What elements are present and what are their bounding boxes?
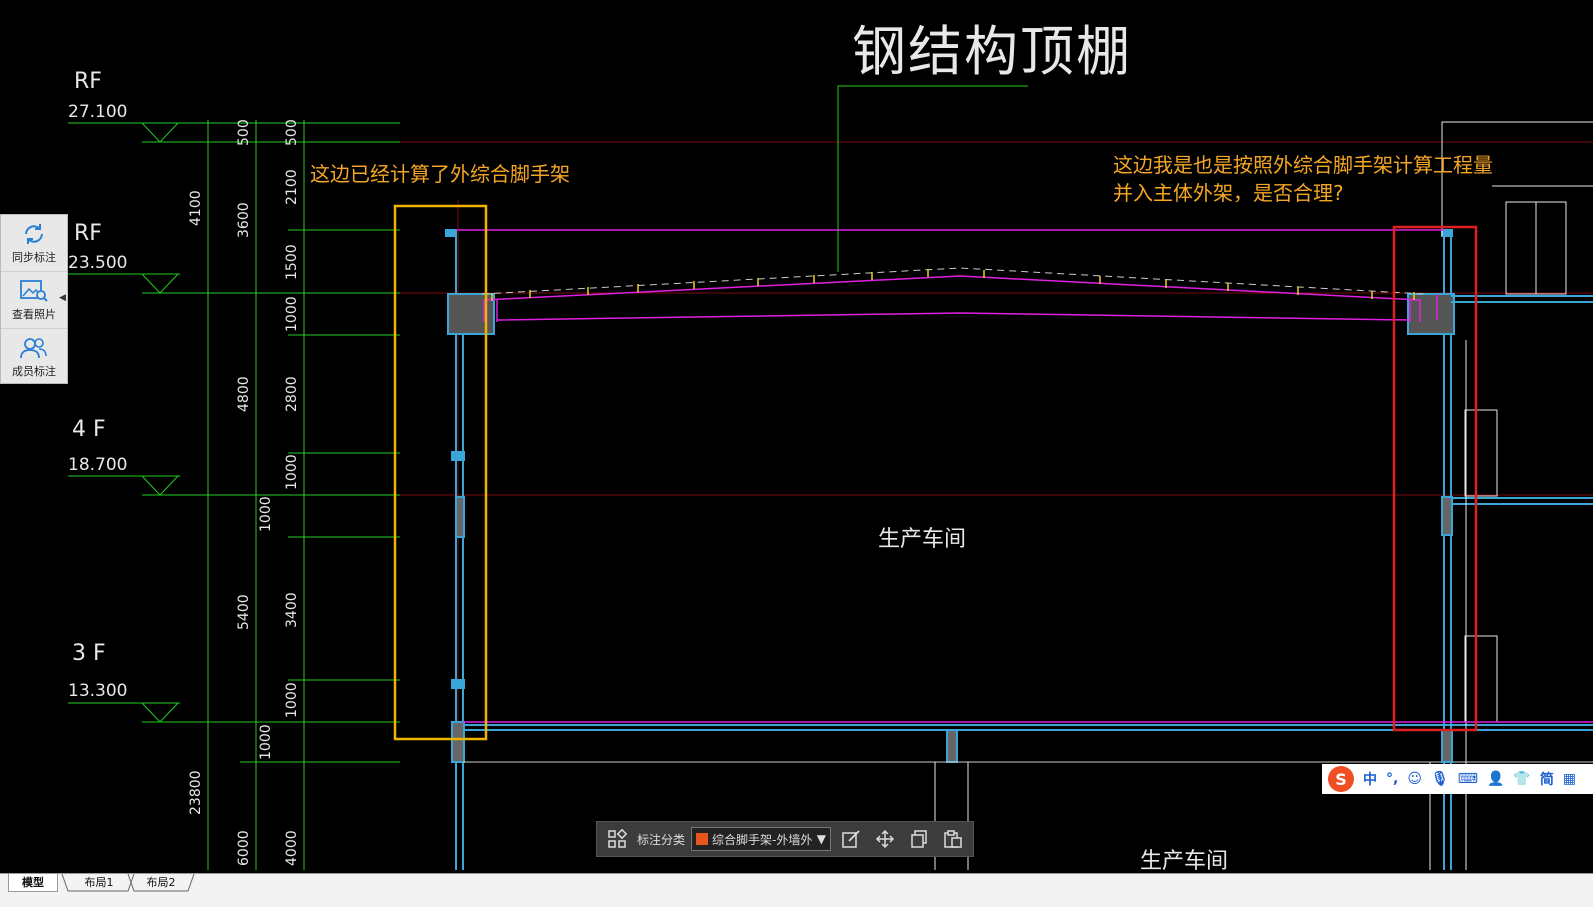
level-name-1: RF: [74, 69, 102, 94]
dim-c2-2: 3600: [236, 202, 252, 238]
level-elev-3: 18.700: [68, 455, 127, 475]
note-left: 这边已经计算了外综合脚手架: [310, 162, 570, 186]
cad-viewport[interactable]: RF 27.100 RF 23.500 4 F 18.700 3 F 13.30…: [0, 0, 1593, 907]
paste-button[interactable]: [939, 826, 967, 852]
dimension-texts: 4100 4800 5400 23800 500 3600 1000 1000 …: [188, 119, 300, 866]
room-label-lower: 生产车间: [1140, 849, 1228, 874]
drawing-title: 钢结构顶棚: [852, 20, 1132, 83]
microphone-icon[interactable]: 🎙: [1431, 771, 1449, 787]
dim-c3-9: 4000: [284, 830, 300, 866]
dim-c1-1: 4100: [188, 190, 204, 226]
sync-label: 同步标注: [12, 251, 56, 264]
side-panel: 同步标注 查看照片 成员标注: [0, 214, 68, 384]
ime-punct[interactable]: °,: [1386, 771, 1398, 787]
dim-c2-3: 1000: [258, 496, 274, 532]
note-right-line2: 并入主体外架，是否合理?: [1113, 181, 1344, 205]
skin-icon[interactable]: 👕: [1513, 771, 1530, 787]
level-name-2: RF: [74, 221, 102, 246]
ime-status-bar[interactable]: S 中 °, ☺ 🎙 ⌨ 👤 👕 简 ▦: [1322, 764, 1593, 794]
sogou-logo-icon[interactable]: S: [1328, 766, 1354, 792]
dim-c2-1: 500: [236, 119, 252, 146]
grid-icon: [608, 829, 627, 848]
dim-c3-3: 1500: [284, 244, 300, 280]
level-labels: RF 27.100 RF 23.500 4 F 18.700 3 F 13.30…: [68, 69, 127, 701]
tab-layout1[interactable]: 布局1: [70, 874, 128, 891]
level-elev-1: 27.100: [68, 102, 127, 122]
dim-c3-4: 1000: [284, 296, 300, 332]
edit-icon: [842, 830, 860, 848]
dim-c3-8: 1000: [284, 682, 300, 718]
collapse-arrow-icon[interactable]: ◀: [59, 293, 67, 303]
room-label: 生产车间: [878, 527, 966, 552]
level-elev-2: 23.500: [68, 253, 127, 273]
ime-simplified[interactable]: 简: [1540, 769, 1554, 789]
grid-menu-button[interactable]: [603, 826, 631, 852]
annotation-toolbar: 标注分类 综合脚手架-外墙外边 ▼: [596, 821, 974, 857]
move-button[interactable]: [871, 826, 899, 852]
tab-model[interactable]: 模型: [8, 874, 58, 892]
user-icon[interactable]: 👤: [1487, 771, 1504, 787]
level-elev-4: 13.300: [68, 681, 127, 701]
toolbox-icon[interactable]: ▦: [1563, 771, 1576, 787]
edit-button[interactable]: [837, 826, 865, 852]
category-value: 综合脚手架-外墙外边: [712, 832, 813, 847]
dim-c2-5: 6000: [236, 830, 252, 866]
dim-c3-7: 3400: [284, 592, 300, 628]
category-color-swatch: [696, 833, 709, 845]
dim-c3-6: 1000: [284, 454, 300, 490]
chevron-down-icon: ▼: [816, 832, 827, 846]
photos-label: 查看照片: [12, 308, 56, 321]
ime-mode-cn[interactable]: 中: [1363, 769, 1377, 789]
dim-c1-3: 5400: [236, 594, 252, 630]
dim-c3-5: 2800: [284, 376, 300, 412]
photo-search-icon: [20, 280, 48, 302]
copy-icon: [911, 830, 927, 848]
dim-c3-1: 500: [284, 119, 300, 146]
roof-purlins: [481, 267, 1425, 301]
dim-c1-4: 23800: [188, 770, 204, 815]
level-name-3: 4 F: [72, 417, 106, 442]
view-photos-button[interactable]: 查看照片: [1, 272, 67, 329]
dimension-lines: [68, 85, 1028, 870]
reference-lines: [310, 141, 1593, 760]
emoji-icon[interactable]: ☺: [1407, 771, 1422, 787]
sync-annotation-button[interactable]: 同步标注: [1, 215, 67, 272]
move-icon: [875, 829, 895, 849]
keyboard-icon[interactable]: ⌨: [1458, 771, 1478, 787]
dim-c3-2: 2100: [284, 169, 300, 205]
layout-tabs-bar: 模型 布局1 布局2: [0, 873, 1593, 907]
building-outline: [934, 121, 1593, 870]
members-label: 成员标注: [12, 365, 56, 378]
note-right-line1: 这边我是也是按照外综合脚手架计算工程量: [1113, 153, 1493, 177]
left-highlight-box: [393, 204, 488, 741]
paste-icon: [944, 830, 962, 848]
dim-c2-4: 1000: [258, 724, 274, 760]
member-annotation-button[interactable]: 成员标注: [1, 329, 67, 385]
sync-icon: [25, 224, 43, 244]
tab-layout2[interactable]: 布局2: [132, 874, 190, 891]
members-icon: [20, 338, 47, 359]
category-label: 标注分类: [637, 832, 686, 847]
dim-c1-2: 4800: [236, 376, 252, 412]
category-dropdown[interactable]: 综合脚手架-外墙外边 ▼: [691, 827, 832, 851]
copy-button[interactable]: [905, 826, 933, 852]
level-name-4: 3 F: [72, 641, 106, 666]
